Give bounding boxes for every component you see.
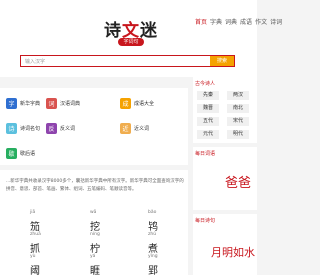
char-item[interactable]: 抓 — [30, 240, 40, 255]
daily-word-box: 每日词语 爸爸 — [193, 147, 257, 210]
category-label: 近义词 — [134, 126, 150, 132]
category-fanyi[interactable]: 反 反义词 — [46, 123, 75, 134]
char-pinyin: zhǔ — [148, 232, 157, 237]
idiom-icon: 成 — [120, 98, 131, 109]
daily-poem[interactable]: 月明如水 — [211, 244, 255, 260]
nav-zidian[interactable]: 字典 — [210, 17, 222, 26]
char-item[interactable]: 柠 — [90, 240, 100, 255]
category-shici[interactable]: 诗 诗词名句 — [6, 123, 40, 134]
nav-zuowen[interactable]: 作文 — [255, 17, 267, 26]
char-item[interactable]: 睚 — [90, 262, 100, 275]
poets-box: 古今诗人 先秦 两汉 魏晋 南北 五代 宋代 元代 明代 — [193, 77, 257, 143]
logo-subtitle: 字词句 — [118, 38, 144, 46]
category-label: 成语大全 — [134, 101, 155, 107]
category-label: 新华字典 — [20, 101, 41, 107]
category-label: 反义词 — [60, 126, 76, 132]
synonym-icon: 近 — [120, 123, 131, 134]
char-item[interactable]: 笳 — [30, 218, 40, 233]
antonym-icon: 反 — [46, 123, 57, 134]
search-button[interactable]: 搜索 — [210, 56, 234, 66]
category-label: 汉语词典 — [60, 101, 81, 107]
char-item[interactable]: 鸨 — [148, 218, 158, 233]
search-input[interactable] — [25, 57, 195, 66]
header: 诗文迷 字词句 首页 字典 词典 成语 作文 诗词 搜索 — [0, 0, 282, 77]
nav-home[interactable]: 首页 — [195, 17, 207, 26]
category-xiehouyu[interactable]: 歇 歇后语 — [6, 148, 35, 159]
category-cidian[interactable]: 词 汉语词典 — [46, 98, 80, 109]
logo-char-3: 迷 — [140, 21, 158, 41]
era-tag[interactable]: 先秦 — [197, 91, 219, 100]
intro-text: ...新华字典共收录汉字8000多个，囊括新华字典中所有汉字。新华字典可全面查询… — [6, 179, 184, 192]
daily-poem-title: 每日诗句 — [195, 218, 216, 224]
daily-word-title: 每日词语 — [195, 151, 216, 157]
era-tag[interactable]: 两汉 — [227, 91, 249, 100]
era-tag[interactable]: 明代 — [227, 130, 249, 139]
category-jinyi[interactable]: 近 近义词 — [120, 123, 149, 134]
poets-title: 古今诗人 — [195, 81, 216, 87]
dictionary-icon: 字 — [6, 98, 17, 109]
char-pinyin: zhuā — [30, 232, 41, 237]
daily-poem-box: 每日诗句 月明如水 — [193, 214, 257, 275]
era-tag[interactable]: 元代 — [197, 130, 219, 139]
proverb-icon: 歇 — [6, 148, 17, 159]
nav-chengyu[interactable]: 成语 — [240, 17, 252, 26]
site-logo[interactable]: 诗文迷 字词句 — [104, 16, 160, 48]
right-sidebar: 古今诗人 先秦 两汉 魏晋 南北 五代 宋代 元代 明代 每日词语 爸爸 每日诗… — [193, 77, 257, 275]
char-pinyin: jiā — [30, 210, 36, 215]
char-pinyin: yù — [30, 254, 36, 259]
intro-panel: ...新华字典共收录汉字8000多个，囊括新华字典中所有汉字。新华字典可全面查询… — [0, 170, 188, 275]
word-icon: 词 — [46, 98, 57, 109]
char-pinyin: wā — [90, 210, 97, 215]
char-item[interactable]: 阈 — [30, 262, 40, 275]
main-nav: 首页 字典 词典 成语 作文 诗词 — [195, 17, 282, 26]
nav-shici[interactable]: 诗词 — [270, 17, 282, 26]
char-pinyin: yá — [90, 254, 96, 259]
search-bar: 搜索 — [20, 55, 235, 67]
poem-icon: 诗 — [6, 123, 17, 134]
category-xinhua[interactable]: 字 新华字典 — [6, 98, 40, 109]
char-item[interactable]: 郢 — [148, 262, 158, 275]
era-tag[interactable]: 宋代 — [227, 117, 249, 126]
era-tag[interactable]: 五代 — [197, 117, 219, 126]
nav-cidian[interactable]: 词典 — [225, 17, 237, 26]
category-panel: 字 新华字典 词 汉语词典 成 成语大全 诗 诗词名句 反 反义词 近 近义词 … — [0, 88, 188, 165]
era-tag[interactable]: 魏晋 — [197, 104, 219, 113]
category-chengyu[interactable]: 成 成语大全 — [120, 98, 154, 109]
char-pinyin: níng — [90, 232, 100, 237]
category-label: 诗词名句 — [20, 126, 41, 132]
char-pinyin: yǐng — [148, 254, 158, 259]
era-tag[interactable]: 南北 — [227, 104, 249, 113]
char-pinyin: bǎo — [148, 210, 157, 215]
daily-word[interactable]: 爸爸 — [225, 172, 251, 191]
category-label: 歇后语 — [20, 151, 36, 157]
char-item[interactable]: 煮 — [148, 240, 158, 255]
char-item[interactable]: 挖 — [90, 218, 100, 233]
